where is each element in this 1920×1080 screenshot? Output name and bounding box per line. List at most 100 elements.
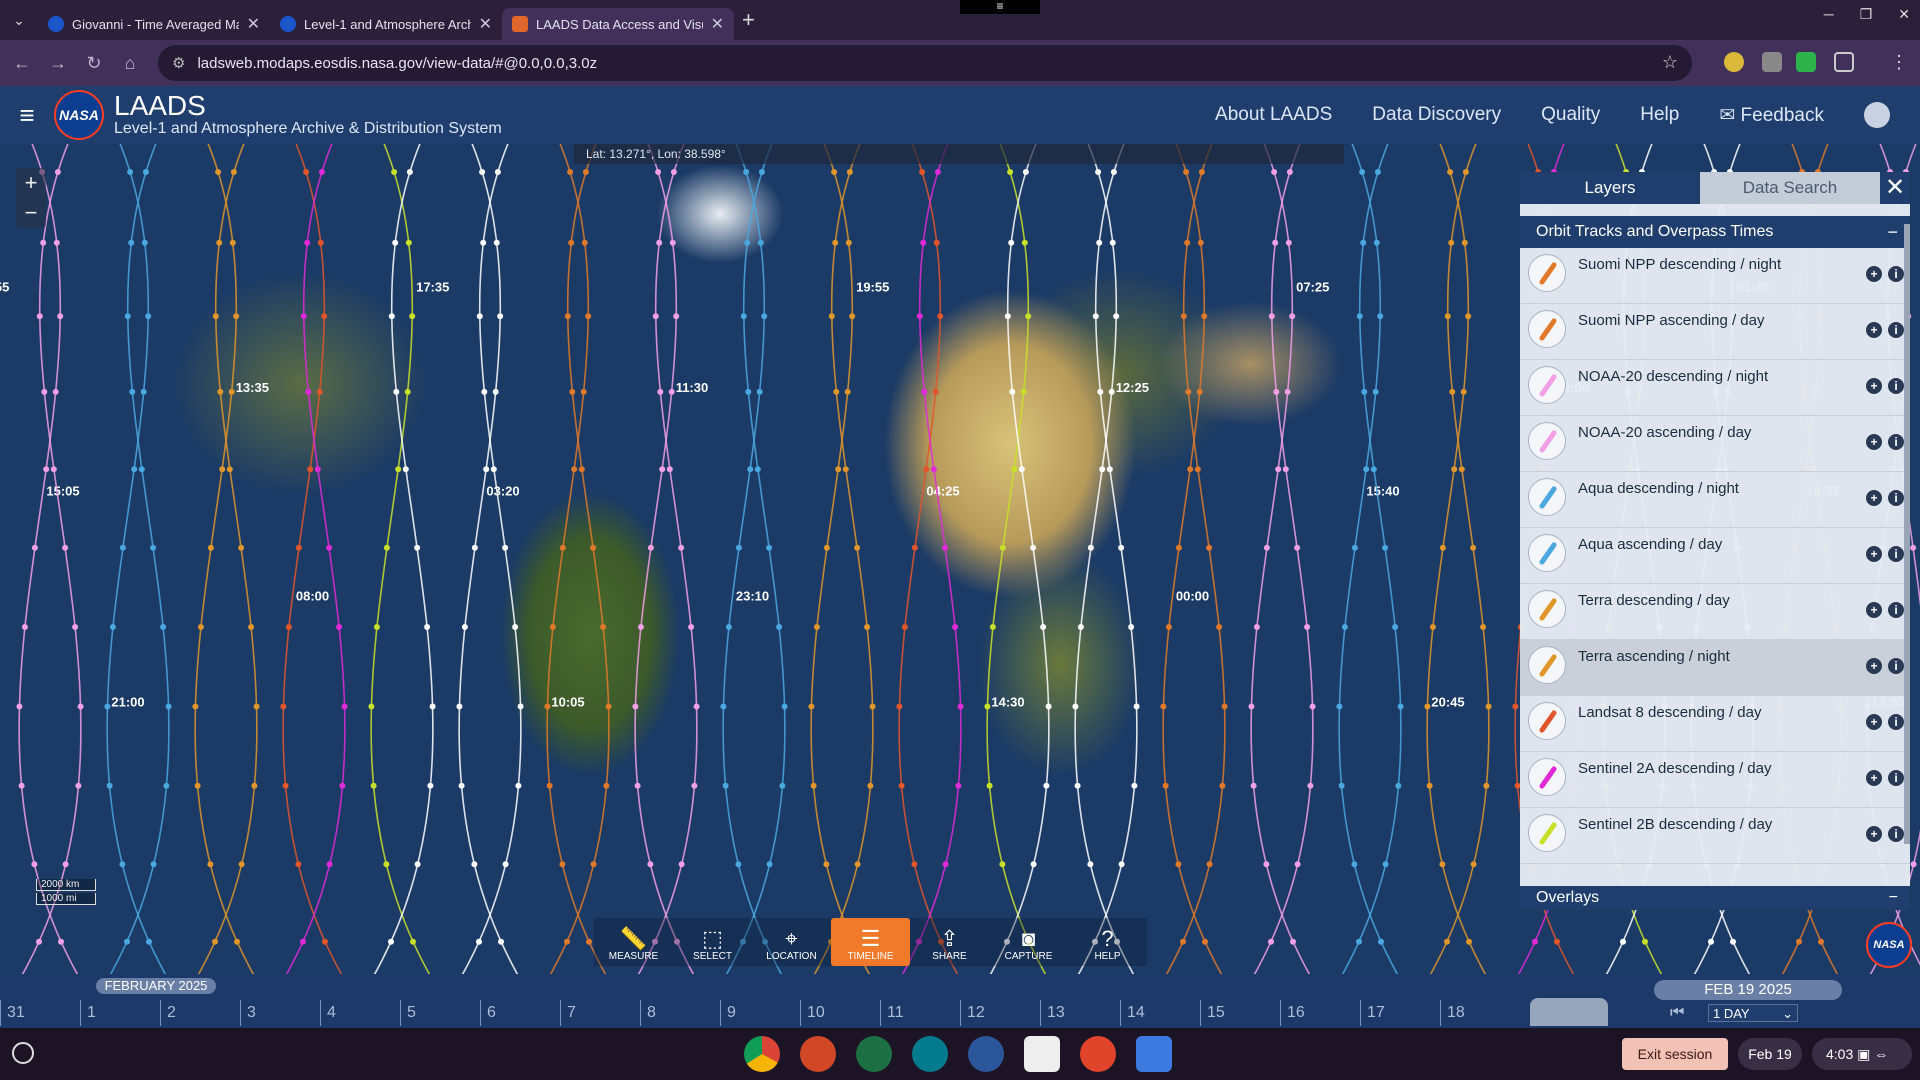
hamburger-menu-icon[interactable]: ≡ [0, 100, 54, 131]
section-header-orbit-tracks[interactable]: Orbit Tracks and Overpass Times − [1520, 216, 1910, 248]
layer-row[interactable]: Suomi NPP ascending / day + i [1520, 304, 1910, 360]
timeline-day[interactable]: 13 [1040, 1000, 1120, 1026]
chrome-icon[interactable] [744, 1036, 780, 1072]
layer-row[interactable]: Sentinel 2B descending / day + i [1520, 808, 1910, 864]
timeline-day[interactable]: 9 [720, 1000, 800, 1026]
timeline-day[interactable]: 10 [800, 1000, 880, 1026]
layer-row[interactable]: Landsat 8 descending / day + i [1520, 696, 1910, 752]
measure-button[interactable]: 📏 MEASURE [594, 918, 673, 966]
tab-search-button[interactable]: ⌄ [0, 0, 38, 40]
docs-icon[interactable] [1024, 1036, 1060, 1072]
extension-icon[interactable] [1796, 52, 1816, 72]
nav-help[interactable]: Help [1640, 104, 1679, 126]
shelf-date[interactable]: Feb 19 [1738, 1038, 1802, 1070]
add-layer-icon[interactable]: + [1866, 826, 1882, 842]
add-layer-icon[interactable]: + [1866, 714, 1882, 730]
timeline-days[interactable]: 31 1 2 3 4 5 6 7 8 9 10 11 12 13 14 15 16 17 18 [0, 1000, 1540, 1026]
extensions-puzzle-icon[interactable] [1834, 52, 1854, 72]
add-layer-icon[interactable]: + [1866, 322, 1882, 338]
timeline-day[interactable]: 1 [80, 1000, 160, 1026]
zoom-in-button[interactable]: + [16, 168, 46, 198]
info-icon[interactable]: i [1888, 770, 1904, 786]
timeline-day[interactable]: 16 [1280, 1000, 1360, 1026]
timeline-drag-handle[interactable] [1530, 998, 1608, 1026]
info-icon[interactable]: i [1888, 714, 1904, 730]
publisher-icon[interactable] [912, 1036, 948, 1072]
launcher-icon[interactable] [12, 1042, 34, 1064]
add-layer-icon[interactable]: + [1866, 546, 1882, 562]
site-info-icon[interactable]: ⚙ [172, 54, 185, 72]
info-icon[interactable]: i [1888, 602, 1904, 618]
word-icon[interactable] [968, 1036, 1004, 1072]
back-icon[interactable]: ← [4, 53, 40, 74]
add-layer-icon[interactable]: + [1866, 770, 1882, 786]
info-icon[interactable]: i [1888, 322, 1904, 338]
location-button[interactable]: ⌖ LOCATION [752, 918, 831, 966]
select-button[interactable]: ⬚ SELECT [673, 918, 752, 966]
panel-scrollbar[interactable] [1904, 224, 1910, 844]
timeline-day[interactable]: 11 [880, 1000, 960, 1026]
bookmark-star-icon[interactable]: ☆ [1662, 52, 1678, 73]
layer-row[interactable]: Terra descending / day + i [1520, 584, 1910, 640]
tab-layers[interactable]: Layers [1520, 172, 1700, 204]
user-avatar-icon[interactable] [1864, 102, 1890, 128]
interval-select[interactable]: 1 DAY ⌄ [1708, 1004, 1798, 1022]
close-tab-icon[interactable]: ✕ [711, 14, 724, 34]
layer-row[interactable]: NOAA-20 descending / night + i [1520, 360, 1910, 416]
shelf-status-area[interactable]: 4:03 ▣ ⇔ [1812, 1038, 1912, 1070]
timer-icon[interactable] [1080, 1036, 1116, 1072]
close-tab-icon[interactable]: ✕ [479, 14, 492, 34]
layer-row[interactable]: Sentinel 2A descending / day + i [1520, 752, 1910, 808]
forward-icon[interactable]: → [40, 53, 76, 74]
timeline-day[interactable]: 2 [160, 1000, 240, 1026]
layer-row[interactable]: Aqua descending / night + i [1520, 472, 1910, 528]
files-icon[interactable] [1136, 1036, 1172, 1072]
browser-tab-active[interactable]: LAADS Data Access and Visua ✕ [502, 8, 734, 40]
info-icon[interactable]: i [1888, 826, 1904, 842]
address-bar[interactable]: ⚙ ladsweb.modaps.eosdis.nasa.gov/view-da… [158, 45, 1692, 81]
timeline-day[interactable]: 6 [480, 1000, 560, 1026]
collapse-icon[interactable]: − [1889, 886, 1898, 910]
info-icon[interactable]: i [1888, 546, 1904, 562]
window-handle-icon[interactable]: ≡ [960, 0, 1040, 14]
section-header-overlays[interactable]: Overlays − [1520, 886, 1910, 910]
collapse-icon[interactable]: − [1887, 216, 1898, 248]
timeline-day[interactable]: 17 [1360, 1000, 1440, 1026]
reload-icon[interactable]: ↻ [76, 53, 112, 74]
close-tab-icon[interactable]: ✕ [247, 14, 260, 34]
close-window-icon[interactable]: ✕ [1898, 6, 1910, 23]
nasa-logo[interactable]: NASA [54, 90, 104, 140]
timeline-day[interactable]: 4 [320, 1000, 400, 1026]
excel-icon[interactable] [856, 1036, 892, 1072]
tab-data-search[interactable]: Data Search [1700, 172, 1880, 204]
info-icon[interactable]: i [1888, 490, 1904, 506]
add-layer-icon[interactable]: + [1866, 378, 1882, 394]
timeline-day[interactable]: 31 [0, 1000, 80, 1026]
skip-back-icon[interactable]: ⏮ [1670, 1004, 1684, 1022]
capture-button[interactable]: ◙ CAPTURE [989, 918, 1068, 966]
selected-date[interactable]: FEB 19 2025 [1654, 980, 1842, 1000]
timeline[interactable]: FEBRUARY 2025 31 1 2 3 4 5 6 7 8 9 10 11 12 13 14 15 16 1… [0, 974, 1920, 1028]
info-icon[interactable]: i [1888, 658, 1904, 674]
restore-icon[interactable]: ❐ [1860, 6, 1873, 23]
layer-row[interactable]: NOAA-20 ascending / day + i [1520, 416, 1910, 472]
timeline-day[interactable]: 15 [1200, 1000, 1280, 1026]
extension-icon[interactable] [1724, 52, 1744, 72]
add-layer-icon[interactable]: + [1866, 658, 1882, 674]
timeline-button[interactable]: ☰ TIMELINE [831, 918, 910, 966]
add-layer-icon[interactable]: + [1866, 434, 1882, 450]
timeline-day[interactable]: 12 [960, 1000, 1040, 1026]
site-brand[interactable]: LAADS Level-1 and Atmosphere Archive & D… [114, 92, 502, 138]
timeline-day[interactable]: 3 [240, 1000, 320, 1026]
nav-quality[interactable]: Quality [1541, 104, 1600, 126]
browser-tab[interactable]: Giovanni - Time Averaged Map ✕ [38, 8, 270, 40]
nav-about[interactable]: About LAADS [1215, 104, 1332, 126]
browser-menu-icon[interactable]: ⋮ [1890, 52, 1908, 73]
new-tab-button[interactable]: + [742, 7, 755, 33]
layer-row[interactable]: Terra ascending / night + i [1520, 640, 1910, 696]
info-icon[interactable]: i [1888, 266, 1904, 282]
layer-row[interactable]: Aqua ascending / day + i [1520, 528, 1910, 584]
close-panel-icon[interactable]: ✕ [1880, 172, 1910, 204]
timeline-day[interactable]: 7 [560, 1000, 640, 1026]
browser-tab[interactable]: Level-1 and Atmosphere Archiv ✕ [270, 8, 502, 40]
